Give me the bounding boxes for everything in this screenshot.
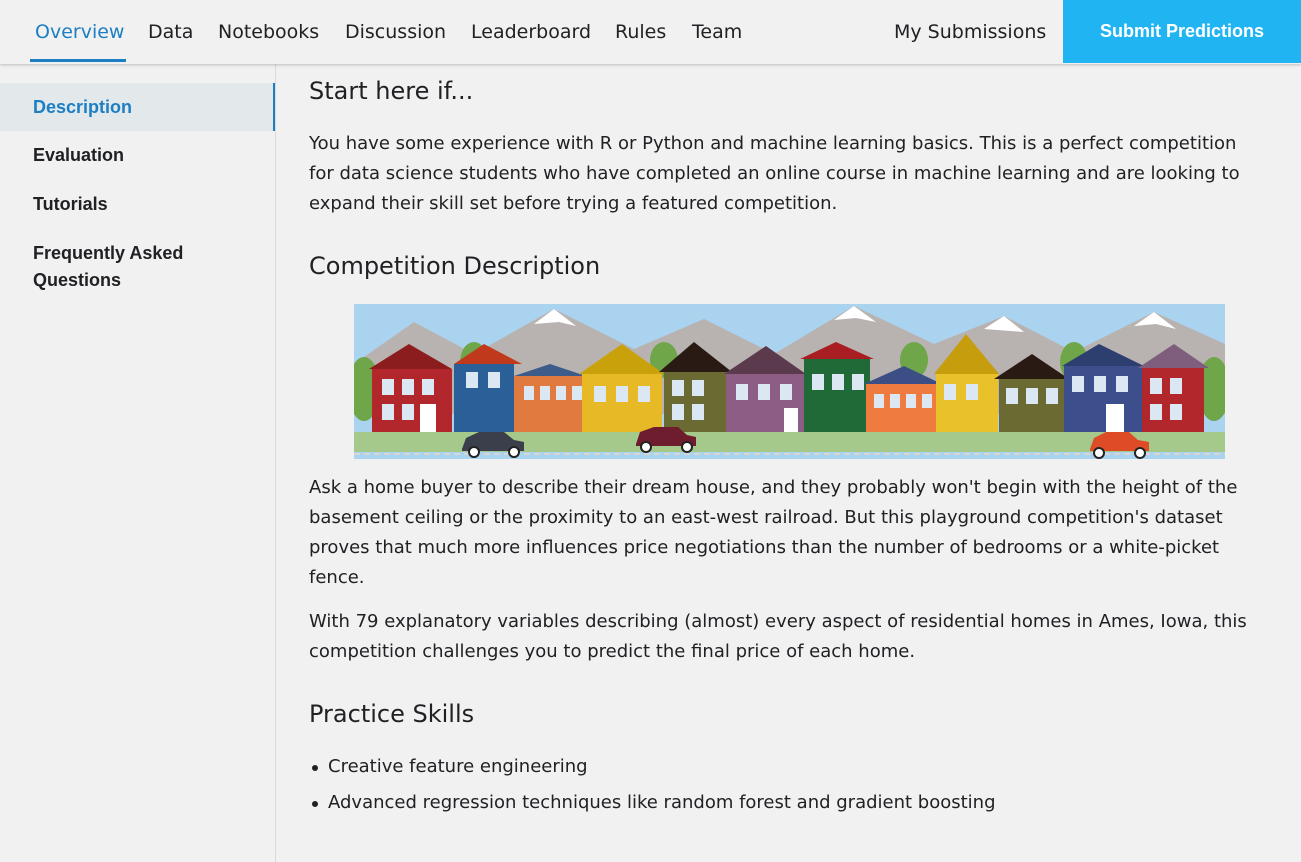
sidebar-item-tutorials[interactable]: Tutorials [0,180,275,229]
description-paragraph-2: With 79 explanatory variables describing… [309,611,1247,662]
sidebar: Description Evaluation Tutorials Frequen… [0,64,276,862]
sidebar-item-faq[interactable]: Frequently Asked Questions [0,240,230,300]
active-tab-underline [30,59,126,62]
houses-banner-image [354,304,1225,459]
top-navigation: Overview Data Notebooks Discussion Leade… [0,0,1301,64]
sidebar-item-description[interactable]: Description [0,83,275,131]
list-item: Advanced regression techniques like rand… [309,788,1254,818]
sidebar-item-evaluation[interactable]: Evaluation [0,131,275,180]
skills-heading: Practice Skills [309,700,475,728]
start-heading: Start here if... [309,77,474,105]
submit-predictions-button[interactable]: Submit Predictions [1063,0,1301,63]
skills-list: Creative feature engineering Advanced re… [309,752,1254,824]
list-item: Creative feature engineering [309,752,1254,782]
start-paragraph: You have some experience with R or Pytho… [309,133,1240,214]
tab-discussion[interactable]: Discussion [345,0,446,64]
tab-team[interactable]: Team [692,0,742,64]
description-paragraph-1: Ask a home buyer to describe their dream… [309,477,1238,588]
description-heading: Competition Description [309,252,601,280]
tab-notebooks[interactable]: Notebooks [218,0,319,64]
tab-rules[interactable]: Rules [615,0,666,64]
tab-data[interactable]: Data [148,0,193,64]
tab-overview[interactable]: Overview [35,0,124,64]
tab-leaderboard[interactable]: Leaderboard [471,0,591,64]
my-submissions-link[interactable]: My Submissions [894,0,1046,64]
